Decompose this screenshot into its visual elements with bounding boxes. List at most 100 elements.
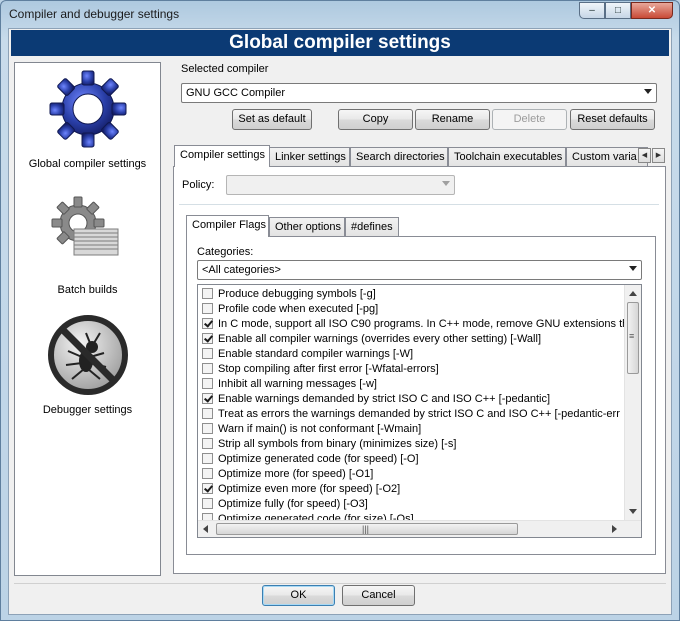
scroll-up-arrow-icon[interactable]: [629, 291, 637, 296]
reset-defaults-button[interactable]: Reset defaults: [570, 109, 655, 130]
sidebar-item-label: Debugger settings: [42, 404, 133, 416]
flag-checkbox[interactable]: [202, 303, 213, 314]
sidebar-item-label: Global compiler settings: [28, 158, 147, 170]
footer-divider: [14, 583, 666, 584]
flag-list-item[interactable]: Enable standard compiler warnings [-W]: [202, 347, 413, 362]
tab-scroll-right-button[interactable]: ▶: [652, 148, 665, 163]
scroll-down-arrow-icon[interactable]: [629, 509, 637, 514]
delete-button[interactable]: Delete: [492, 109, 567, 130]
vertical-scrollbar[interactable]: ≡: [624, 285, 641, 521]
policy-dropdown[interactable]: [226, 175, 455, 195]
flag-list-item[interactable]: Inhibit all warning messages [-w]: [202, 377, 377, 392]
flag-label: Enable all compiler warnings (overrides …: [218, 333, 541, 345]
flag-checkbox[interactable]: [202, 333, 213, 344]
ok-button[interactable]: OK: [262, 585, 335, 606]
flag-label: Treat as errors the warnings demanded by…: [218, 408, 620, 420]
tab-toolchain-executables[interactable]: Toolchain executables: [448, 147, 566, 166]
flag-checkbox[interactable]: [202, 393, 213, 404]
categories-dropdown-value: <All categories>: [202, 264, 281, 276]
vertical-scroll-thumb[interactable]: ≡: [627, 302, 639, 374]
tab-scroll-left-button[interactable]: ◀: [638, 148, 651, 163]
compiler-settings-page: Policy: Compiler Flags Other options #de…: [173, 166, 666, 574]
sidebar-item-debugger-settings[interactable]: Debugger settings: [15, 313, 160, 416]
flag-list-item[interactable]: Profile code when executed [-pg]: [202, 302, 378, 317]
cancel-button[interactable]: Cancel: [342, 585, 415, 606]
flag-checkbox[interactable]: [202, 483, 213, 494]
flag-label: Optimize generated code (for speed) [-O]: [218, 453, 419, 465]
flag-list-item[interactable]: Stop compiling after first error [-Wfata…: [202, 362, 439, 377]
settings-category-list: Global compiler settings Batch builds De…: [14, 62, 161, 576]
flag-checkbox[interactable]: [202, 438, 213, 449]
maximize-button[interactable]: □: [605, 2, 631, 19]
minimize-button[interactable]: –: [579, 2, 605, 19]
title-bar[interactable]: Compiler and debugger settings – □ ✕: [1, 1, 679, 27]
flag-checkbox[interactable]: [202, 498, 213, 509]
set-as-default-button[interactable]: Set as default: [232, 109, 312, 130]
grip-icon: ≡: [629, 331, 635, 341]
grip-icon: |||: [362, 524, 370, 534]
flag-label: Optimize fully (for speed) [-O3]: [218, 498, 368, 510]
sidebar-item-batch-builds[interactable]: Batch builds: [15, 193, 160, 296]
flag-checkbox[interactable]: [202, 423, 213, 434]
dialog-client-area: Global compiler settings Global compiler…: [8, 28, 672, 615]
sidebar-item-global-compiler-settings[interactable]: Global compiler settings: [15, 67, 160, 170]
flag-label: Enable warnings demanded by strict ISO C…: [218, 393, 551, 405]
flag-list-item[interactable]: Produce debugging symbols [-g]: [202, 287, 376, 302]
policy-label: Policy:: [182, 179, 215, 191]
chevron-down-icon: [442, 181, 450, 186]
tab-defines[interactable]: #defines: [345, 217, 399, 236]
compiler-flags-list[interactable]: Produce debugging symbols [-g] Profile co…: [197, 284, 642, 538]
flag-checkbox[interactable]: [202, 318, 213, 329]
close-button[interactable]: ✕: [631, 2, 673, 19]
horizontal-scrollbar[interactable]: |||: [198, 520, 641, 537]
copy-button[interactable]: Copy: [338, 109, 413, 130]
flag-list-item[interactable]: Optimize fully (for speed) [-O3]: [202, 497, 368, 512]
tab-search-directories[interactable]: Search directories: [350, 147, 448, 166]
flag-checkbox[interactable]: [202, 348, 213, 359]
tab-compiler-flags[interactable]: Compiler Flags: [186, 215, 269, 237]
selected-compiler-label: Selected compiler: [181, 63, 269, 75]
flag-label: In C mode, support all ISO C90 programs.…: [218, 318, 629, 330]
categories-dropdown[interactable]: <All categories>: [197, 260, 642, 280]
flag-list-item[interactable]: Optimize generated code (for speed) [-O]: [202, 452, 419, 467]
flag-checkbox[interactable]: [202, 288, 213, 299]
scroll-left-arrow-icon[interactable]: [203, 525, 208, 533]
flag-list-item[interactable]: Optimize more (for speed) [-O1]: [202, 467, 373, 482]
tab-custom-variables[interactable]: Custom varia: [566, 147, 648, 166]
tab-other-options[interactable]: Other options: [269, 217, 345, 236]
flag-checkbox[interactable]: [202, 408, 213, 419]
horizontal-scroll-thumb[interactable]: |||: [216, 523, 518, 535]
flag-list-item[interactable]: In C mode, support all ISO C90 programs.…: [202, 317, 628, 332]
tab-linker-settings[interactable]: Linker settings: [269, 147, 350, 166]
flag-label: Produce debugging symbols [-g]: [218, 288, 376, 300]
flag-checkbox[interactable]: [202, 453, 213, 464]
flag-list-item[interactable]: Optimize even more (for speed) [-O2]: [202, 482, 400, 497]
compiler-dropdown[interactable]: GNU GCC Compiler: [181, 83, 657, 103]
flag-checkbox[interactable]: [202, 468, 213, 479]
flag-list-item[interactable]: Enable all compiler warnings (overrides …: [202, 332, 541, 347]
compiler-flags-page: Categories: <All categories> Produce deb…: [186, 236, 656, 555]
flag-list-item[interactable]: Enable warnings demanded by strict ISO C…: [202, 392, 550, 407]
divider: [179, 204, 659, 205]
compiler-dropdown-value: GNU GCC Compiler: [186, 87, 286, 99]
flag-label: Enable standard compiler warnings [-W]: [218, 348, 414, 360]
debugger-bug-icon: [47, 315, 128, 395]
flag-list-item[interactable]: Warn if main() is not conformant [-Wmain…: [202, 422, 421, 437]
chevron-down-icon: [644, 89, 652, 94]
gear-icon: [49, 70, 126, 148]
tab-compiler-settings[interactable]: Compiler settings: [174, 145, 270, 167]
flag-list-item[interactable]: Treat as errors the warnings demanded by…: [202, 407, 620, 422]
flag-checkbox[interactable]: [202, 378, 213, 389]
flag-label: Profile code when executed [-pg]: [218, 303, 379, 315]
flag-checkbox[interactable]: [202, 363, 213, 374]
flag-label: Warn if main() is not conformant [-Wmain…: [218, 423, 422, 435]
caption-buttons: – □ ✕: [579, 2, 673, 20]
batch-builds-icon: [51, 196, 118, 256]
flag-list-item[interactable]: Strip all symbols from binary (minimizes…: [202, 437, 456, 452]
rename-button[interactable]: Rename: [415, 109, 490, 130]
sidebar-item-label: Batch builds: [57, 284, 118, 296]
categories-label: Categories:: [197, 246, 254, 258]
window-title: Compiler and debugger settings: [9, 7, 180, 21]
scroll-right-arrow-icon[interactable]: [612, 525, 617, 533]
chevron-down-icon: [629, 266, 637, 271]
